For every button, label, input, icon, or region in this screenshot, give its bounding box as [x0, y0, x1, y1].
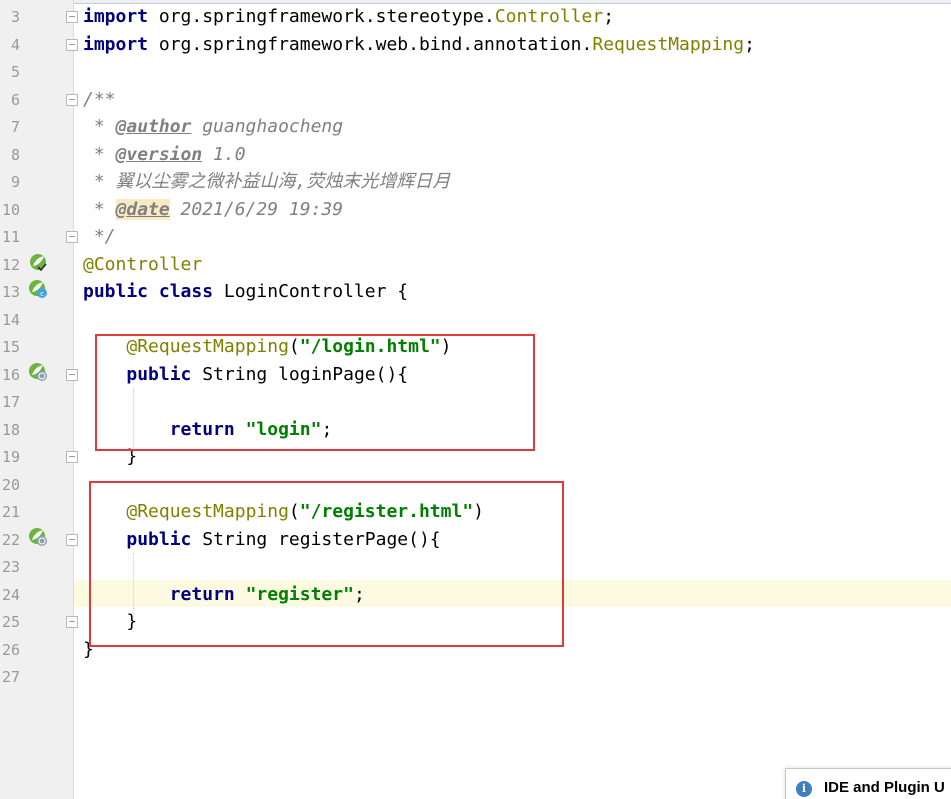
code-token: ; — [603, 6, 615, 27]
line-number: 13 — [1, 283, 20, 301]
line-number: 9 — [10, 173, 20, 191]
line-number: 22 — [1, 530, 20, 549]
code-token: public class — [83, 281, 214, 302]
line-number: 6 — [10, 90, 20, 109]
code-token: */ — [83, 226, 116, 247]
line-number: 5 — [10, 63, 20, 81]
code-token: @date — [115, 198, 170, 220]
fold-marker-icon[interactable] — [66, 93, 78, 106]
spring-bean-icon[interactable] — [28, 252, 48, 272]
info-icon: i — [796, 781, 812, 797]
code-token: * — [83, 143, 116, 165]
code-line[interactable]: @Controller — [83, 251, 202, 278]
code-line[interactable]: * @author guanghaocheng — [83, 113, 343, 140]
line-number: 19 — [1, 448, 20, 466]
notification-balloon[interactable]: i IDE and Plugin U — [785, 768, 951, 799]
code-token: org.springframework.web.bind.annotation. — [148, 33, 593, 55]
line-number: 14 — [1, 310, 20, 329]
line-number: 23 — [1, 558, 20, 576]
code-token: 2021/6/29 19:39 — [169, 198, 344, 220]
line-number: 24 — [1, 585, 20, 604]
line-number: 16 — [1, 365, 20, 384]
code-token: org.springframework.stereotype. — [148, 6, 495, 27]
code-token: LoginController { — [213, 281, 409, 302]
code-token: 1.0 — [202, 143, 246, 165]
line-number: 3 — [10, 8, 20, 26]
fold-marker-icon[interactable] — [66, 451, 78, 463]
code-token: import — [83, 33, 149, 55]
code-token: @Controller — [83, 253, 203, 275]
request-mapping-icon[interactable] — [28, 362, 48, 382]
code-line[interactable]: import org.springframework.web.bind.anno… — [83, 31, 755, 58]
code-line[interactable]: * 翼以尘雾之微补益山海,荧烛末光增辉日月 — [83, 168, 451, 195]
code-token: Controller — [494, 6, 604, 27]
fold-marker-icon[interactable] — [66, 616, 78, 628]
code-token: import — [83, 6, 149, 27]
code-token: RequestMapping — [592, 33, 745, 55]
fold-marker-icon[interactable] — [66, 38, 78, 51]
line-number: 7 — [10, 118, 20, 136]
line-number: 12 — [1, 255, 20, 274]
request-mapping-icon[interactable] — [28, 527, 48, 547]
code-token: @version — [115, 143, 203, 165]
line-number: 4 — [10, 35, 20, 54]
code-line[interactable]: * @version 1.0 — [83, 141, 246, 168]
code-line[interactable]: */ — [83, 223, 116, 250]
line-number: 17 — [1, 393, 20, 411]
spring-controller-icon[interactable]: c — [28, 279, 48, 299]
fold-marker-icon[interactable] — [66, 231, 78, 243]
line-number: 21 — [1, 503, 20, 521]
line-number: 8 — [10, 145, 20, 164]
code-token: * 翼以尘雾之微补益山海,荧烛末光增辉日月 — [83, 171, 451, 192]
code-token: guanghaocheng — [191, 116, 344, 137]
code-token: /** — [83, 88, 116, 110]
line-number: 26 — [1, 640, 20, 659]
fold-marker-icon[interactable] — [66, 11, 78, 23]
fold-marker-icon[interactable] — [66, 533, 78, 546]
svg-text:c: c — [40, 290, 44, 298]
code-line[interactable]: /** — [83, 86, 116, 113]
line-number: 20 — [1, 475, 20, 494]
line-number: 27 — [1, 668, 20, 686]
code-token: * — [83, 116, 116, 137]
line-number: 15 — [1, 338, 20, 356]
line-number: 11 — [1, 228, 20, 246]
highlight-box-register — [89, 481, 564, 647]
code-token: * — [83, 198, 116, 220]
code-token: ; — [744, 33, 755, 55]
notification-text: IDE and Plugin U — [824, 779, 945, 796]
line-number: 10 — [1, 200, 20, 219]
line-number: 18 — [1, 420, 20, 439]
line-number: 25 — [1, 613, 20, 631]
code-line[interactable]: public class LoginController { — [83, 278, 408, 305]
highlight-box-login — [95, 334, 535, 451]
code-editor[interactable]: 3 4 5 6 7 8 9 10 11 12 13 14 15 16 17 18 19 20 21 22 23 24 25 2… — [0, 0, 951, 799]
line-number-gutter[interactable]: 3 4 5 6 7 8 9 10 11 12 13 14 15 16 17 18 19 20 21 22 23 24 25 2… — [0, 0, 74, 799]
code-token: @author — [115, 116, 192, 137]
code-line[interactable]: import org.springframework.stereotype.Co… — [83, 3, 614, 30]
fold-marker-icon[interactable] — [66, 368, 78, 381]
code-line[interactable]: * @date 2021/6/29 19:39 — [83, 196, 343, 223]
